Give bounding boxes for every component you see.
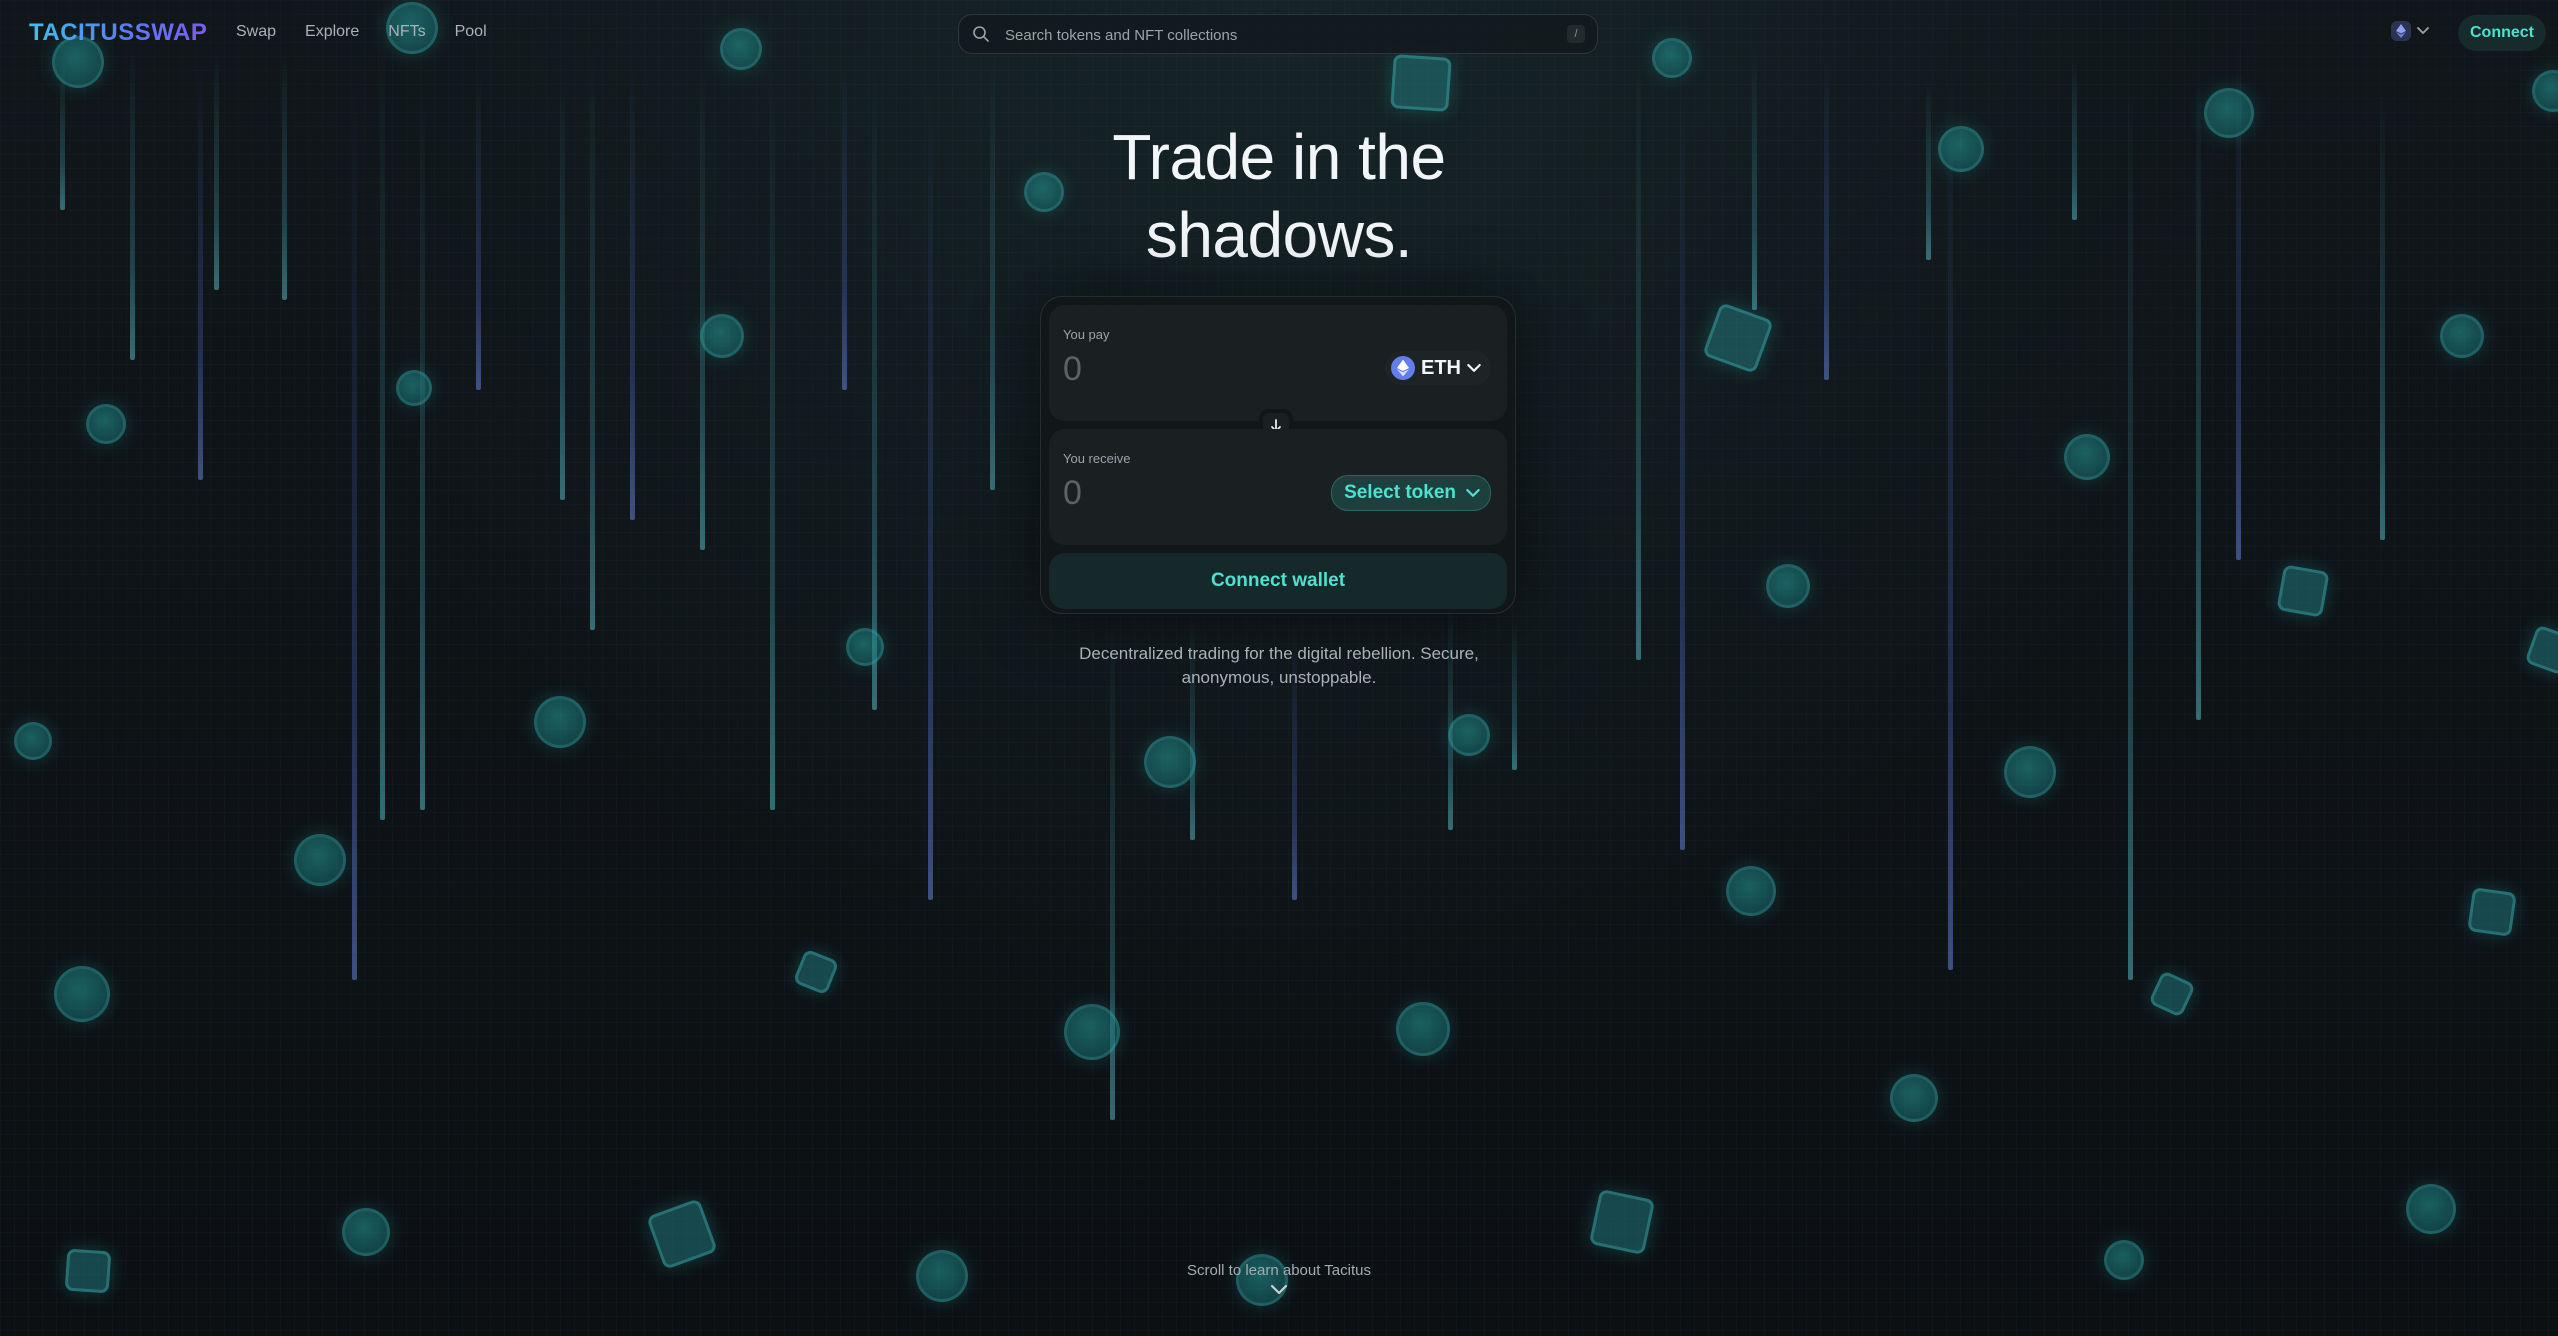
hero-line-1: Trade in the <box>1112 121 1446 193</box>
select-token-button[interactable]: Select token <box>1331 475 1491 511</box>
floating-bubble <box>342 1208 390 1256</box>
receive-panel: You receive Select token <box>1049 429 1507 545</box>
swap-card: You pay ETH You <box>1040 296 1516 614</box>
chevron-down-icon <box>1270 1284 1288 1295</box>
receive-label: You receive <box>1063 451 1131 466</box>
logo[interactable]: TACITUSSWAP <box>29 19 207 47</box>
pay-token-symbol: ETH <box>1421 356 1461 379</box>
main-nav: Swap Explore NFTs Pool <box>236 23 487 41</box>
floating-bubble <box>1938 126 1984 172</box>
search-bar[interactable]: / <box>958 14 1598 55</box>
floating-bubble <box>916 1250 968 1302</box>
floating-bubble <box>534 696 586 748</box>
floating-cube <box>2276 564 2330 618</box>
floating-bubble <box>2406 1184 2456 1234</box>
floating-cube <box>1588 1188 1656 1256</box>
nav-swap[interactable]: Swap <box>236 23 276 41</box>
floating-bubble <box>294 834 346 886</box>
hero-line-2: shadows. <box>1145 199 1413 271</box>
network-selector[interactable] <box>2391 21 2429 41</box>
chevron-down-icon <box>2417 27 2429 34</box>
pay-amount-input[interactable] <box>1061 348 1315 390</box>
pay-token-selector[interactable]: ETH <box>1385 351 1491 385</box>
search-shortcut-key: / <box>1567 25 1585 43</box>
floating-bubble <box>14 722 52 760</box>
hero-heading: Trade in the shadows. <box>979 118 1579 274</box>
chevron-down-icon <box>1466 488 1480 497</box>
nav-pool[interactable]: Pool <box>455 23 487 41</box>
floating-bubble <box>2204 88 2254 138</box>
floating-bubble <box>1448 714 1490 756</box>
search-icon <box>973 26 989 42</box>
receive-amount-input[interactable] <box>1061 472 1315 514</box>
floating-bubble <box>1144 736 1196 788</box>
connect-wallet-button[interactable]: Connect wallet <box>1049 553 1507 609</box>
scroll-hint[interactable]: Scroll to learn about Tacitus <box>1129 1262 1429 1297</box>
floating-bubble <box>2064 434 2110 480</box>
floating-bubble <box>1064 1004 1120 1060</box>
floating-bubble <box>2104 1240 2144 1280</box>
nav-nfts[interactable]: NFTs <box>388 23 425 41</box>
floating-bubble <box>2004 746 2056 798</box>
pay-panel: You pay ETH <box>1049 305 1507 421</box>
floating-bubble <box>2440 314 2484 358</box>
floating-bubble <box>396 370 432 406</box>
floating-bubble <box>1890 1074 1938 1122</box>
top-nav-bar: TACITUSSWAP Swap Explore NFTs Pool / <box>0 0 2558 66</box>
floating-bubble <box>1726 866 1776 916</box>
search-input[interactable] <box>1003 15 1527 55</box>
chevron-down-icon <box>1467 363 1481 372</box>
select-token-label: Select token <box>1344 482 1456 503</box>
pay-label: You pay <box>1063 327 1110 342</box>
floating-bubble <box>1766 564 1810 608</box>
scroll-hint-label: Scroll to learn about Tacitus <box>1187 1262 1371 1279</box>
floating-bubble <box>86 404 126 444</box>
floating-bubble <box>846 628 884 666</box>
ethereum-icon <box>1391 356 1415 380</box>
tagline: Decentralized trading for the digital re… <box>1079 644 1479 687</box>
nav-explore[interactable]: Explore <box>305 23 359 41</box>
floating-cube <box>64 1248 112 1294</box>
floating-bubble <box>54 966 110 1022</box>
floating-bubble <box>700 314 744 358</box>
ethereum-icon <box>2391 21 2411 41</box>
floating-bubble <box>1396 1002 1450 1056</box>
page: TACITUSSWAP Swap Explore NFTs Pool / <box>0 0 2558 1336</box>
connect-button[interactable]: Connect <box>2458 15 2546 51</box>
floating-cube <box>2467 887 2517 937</box>
